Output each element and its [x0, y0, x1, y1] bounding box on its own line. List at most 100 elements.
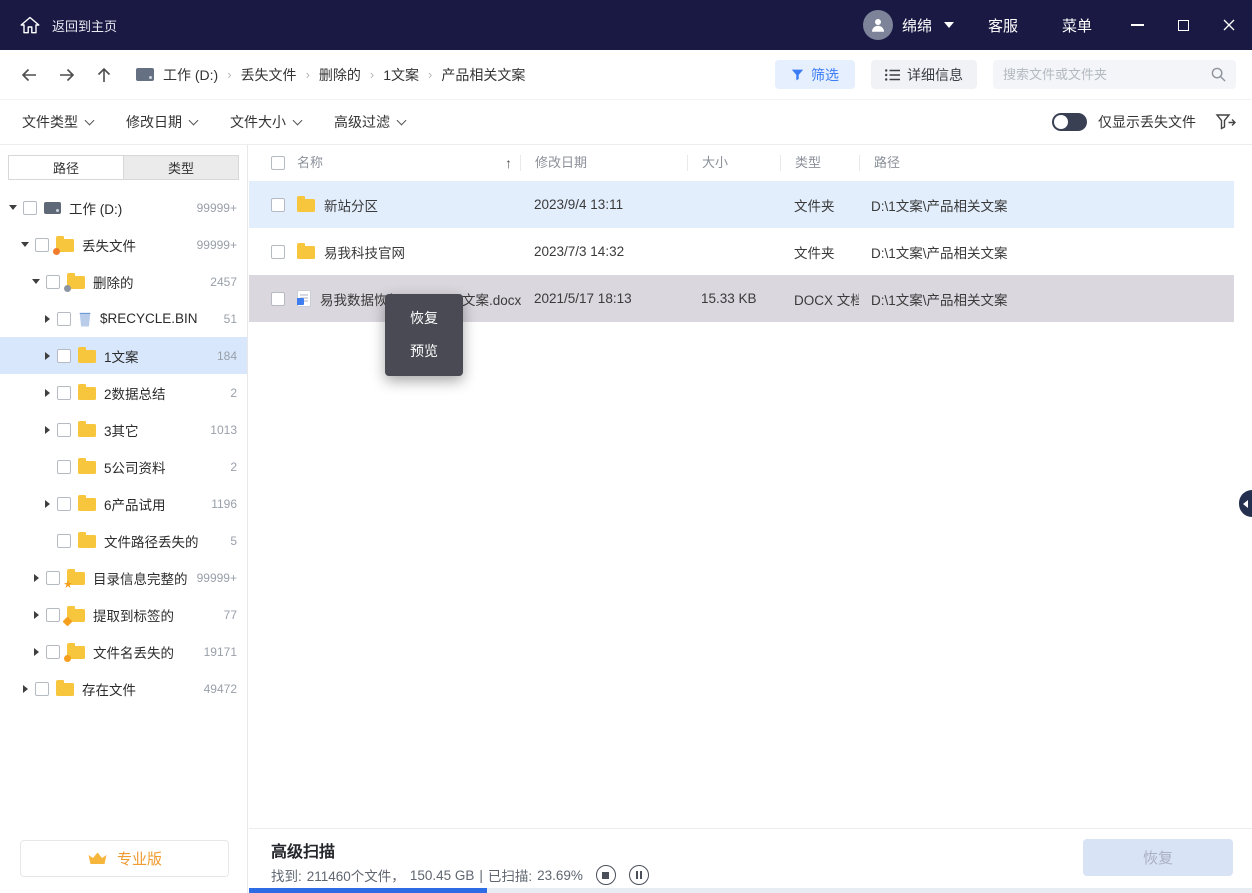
- file-name: 新站分区: [324, 195, 378, 215]
- back-button[interactable]: [20, 67, 38, 83]
- tree-item-3-others[interactable]: 3其它 1013: [0, 411, 247, 448]
- stop-scan-button[interactable]: [596, 865, 616, 885]
- file-date: 2021/5/17 18:13: [520, 291, 687, 306]
- checkbox[interactable]: [46, 275, 60, 289]
- column-path[interactable]: 路径: [859, 155, 1252, 171]
- row-checkbox[interactable]: [271, 245, 285, 259]
- row-checkbox[interactable]: [271, 292, 285, 306]
- modified-date-dropdown[interactable]: 修改日期: [126, 112, 197, 132]
- search-icon[interactable]: [1211, 67, 1226, 82]
- filter-button[interactable]: 筛选: [775, 60, 855, 89]
- checkbox[interactable]: [46, 608, 60, 622]
- tree-item-lost-files[interactable]: 丢失文件 99999+: [0, 226, 247, 263]
- checkbox[interactable]: [46, 645, 60, 659]
- file-path: D:\1文案\产品相关文案: [859, 289, 1234, 309]
- tree-item-2-data-summary[interactable]: 2数据总结 2: [0, 374, 247, 411]
- close-button[interactable]: [1206, 0, 1252, 50]
- checkbox[interactable]: [35, 682, 49, 696]
- nav-bar: 工作 (D:) › 丢失文件 › 删除的 › 1文案 › 产品相关文案 筛选 详…: [0, 50, 1252, 100]
- expander-icon[interactable]: [29, 648, 43, 656]
- expander-icon[interactable]: [6, 205, 20, 210]
- tab-path[interactable]: 路径: [9, 156, 123, 179]
- tree-item-label: 6产品试用: [104, 494, 205, 514]
- expander-icon[interactable]: [18, 242, 32, 247]
- checkbox[interactable]: [57, 460, 71, 474]
- expander-icon[interactable]: [29, 611, 43, 619]
- expander-icon[interactable]: [40, 426, 54, 434]
- expander-icon[interactable]: [40, 500, 54, 508]
- arrow-up-icon: [96, 66, 112, 84]
- checkbox[interactable]: [57, 349, 71, 363]
- pause-scan-button[interactable]: [629, 865, 649, 885]
- folder-icon: [56, 683, 74, 696]
- sort-ascending-icon[interactable]: ↑: [505, 155, 512, 171]
- expander-icon[interactable]: [18, 685, 32, 693]
- file-type-dropdown[interactable]: 文件类型: [22, 112, 93, 132]
- expander-icon[interactable]: [40, 352, 54, 360]
- user-account-button[interactable]: 绵绵: [851, 10, 966, 40]
- tree-item-filename-lost[interactable]: 文件名丢失的 19171: [0, 633, 247, 670]
- tab-type[interactable]: 类型: [123, 156, 238, 179]
- expander-icon[interactable]: [29, 574, 43, 582]
- details-button[interactable]: 详细信息: [871, 60, 977, 89]
- tree-item-label: 目录信息完整的: [93, 568, 191, 588]
- up-button[interactable]: [96, 66, 112, 84]
- tree-item-5-company-files[interactable]: 5公司资料 2: [0, 448, 247, 485]
- table-row[interactable]: 易我科技官网 2023/7/3 14:32 文件夹 D:\1文案\产品相关文案: [249, 228, 1234, 275]
- back-home-button[interactable]: 返回到主页: [0, 0, 137, 50]
- checkbox[interactable]: [57, 423, 71, 437]
- breadcrumb-item-folder[interactable]: 1文案: [383, 65, 419, 85]
- menu-link[interactable]: 菜单: [1040, 15, 1114, 36]
- select-all-checkbox[interactable]: [271, 156, 285, 170]
- sidebar: 路径 类型 工作 (D:) 99999+ 丢失文件 99999+ 删除的 245…: [0, 145, 248, 893]
- breadcrumb-item-lost-files[interactable]: 丢失文件: [241, 65, 297, 85]
- file-size-dropdown[interactable]: 文件大小: [230, 112, 301, 132]
- breadcrumb-item-deleted[interactable]: 删除的: [319, 65, 361, 85]
- minimize-button[interactable]: [1114, 0, 1160, 50]
- context-menu-preview[interactable]: 预览: [385, 335, 463, 368]
- lost-files-only-toggle[interactable]: [1052, 113, 1087, 131]
- breadcrumb-item-drive[interactable]: 工作 (D:): [163, 65, 218, 85]
- column-modified-date[interactable]: 修改日期: [520, 155, 687, 171]
- arrow-left-icon: [20, 67, 38, 83]
- tree-item-deleted[interactable]: 删除的 2457: [0, 263, 247, 300]
- column-size[interactable]: 大小: [687, 155, 780, 171]
- expander-icon[interactable]: [40, 389, 54, 397]
- table-row[interactable]: 新站分区 2023/9/4 13:11 文件夹 D:\1文案\产品相关文案: [249, 181, 1234, 228]
- tree-item-recycle-bin[interactable]: $RECYCLE.BIN 51: [0, 300, 247, 337]
- tree-item-path-lost[interactable]: 文件路径丢失的 5: [0, 522, 247, 559]
- maximize-button[interactable]: [1160, 0, 1206, 50]
- checkbox[interactable]: [57, 386, 71, 400]
- tree-item-1-copywriting[interactable]: 1文案 184: [0, 337, 247, 374]
- tree-item-work-drive[interactable]: 工作 (D:) 99999+: [0, 189, 247, 226]
- tree-item-count: 99999+: [197, 201, 237, 215]
- breadcrumb-item-current[interactable]: 产品相关文案: [441, 65, 525, 85]
- expander-icon[interactable]: [29, 279, 43, 284]
- forward-button[interactable]: [58, 67, 76, 83]
- checkbox[interactable]: [57, 497, 71, 511]
- context-menu-recover[interactable]: 恢复: [385, 302, 463, 335]
- checkbox[interactable]: [46, 571, 60, 585]
- support-link[interactable]: 客服: [966, 15, 1040, 36]
- file-size-label: 文件大小: [230, 112, 286, 132]
- advanced-filter-dropdown[interactable]: 高级过滤: [334, 112, 405, 132]
- row-checkbox[interactable]: [271, 198, 285, 212]
- column-type[interactable]: 类型: [780, 155, 859, 171]
- checkbox[interactable]: [57, 534, 71, 548]
- tree-item-existing-files[interactable]: 存在文件 49472: [0, 670, 247, 707]
- search-input[interactable]: [1003, 67, 1211, 82]
- checkbox[interactable]: [35, 238, 49, 252]
- checkbox[interactable]: [23, 201, 37, 215]
- tree-item-directory-complete[interactable]: 目录信息完整的 99999+: [0, 559, 247, 596]
- drive-icon: [136, 68, 154, 81]
- tree-item-6-product-trial[interactable]: 6产品试用 1196: [0, 485, 247, 522]
- tree-item-extracted-tags[interactable]: 提取到标签的 77: [0, 596, 247, 633]
- recover-button[interactable]: 恢复: [1083, 839, 1233, 876]
- checkbox[interactable]: [57, 312, 71, 326]
- upgrade-pro-button[interactable]: 专业版: [20, 840, 229, 877]
- column-name[interactable]: 名称: [297, 155, 323, 171]
- clear-filter-button[interactable]: [1215, 113, 1236, 131]
- expander-icon[interactable]: [40, 315, 54, 323]
- maximize-icon: [1178, 20, 1189, 31]
- folder-tag-icon: [67, 609, 85, 622]
